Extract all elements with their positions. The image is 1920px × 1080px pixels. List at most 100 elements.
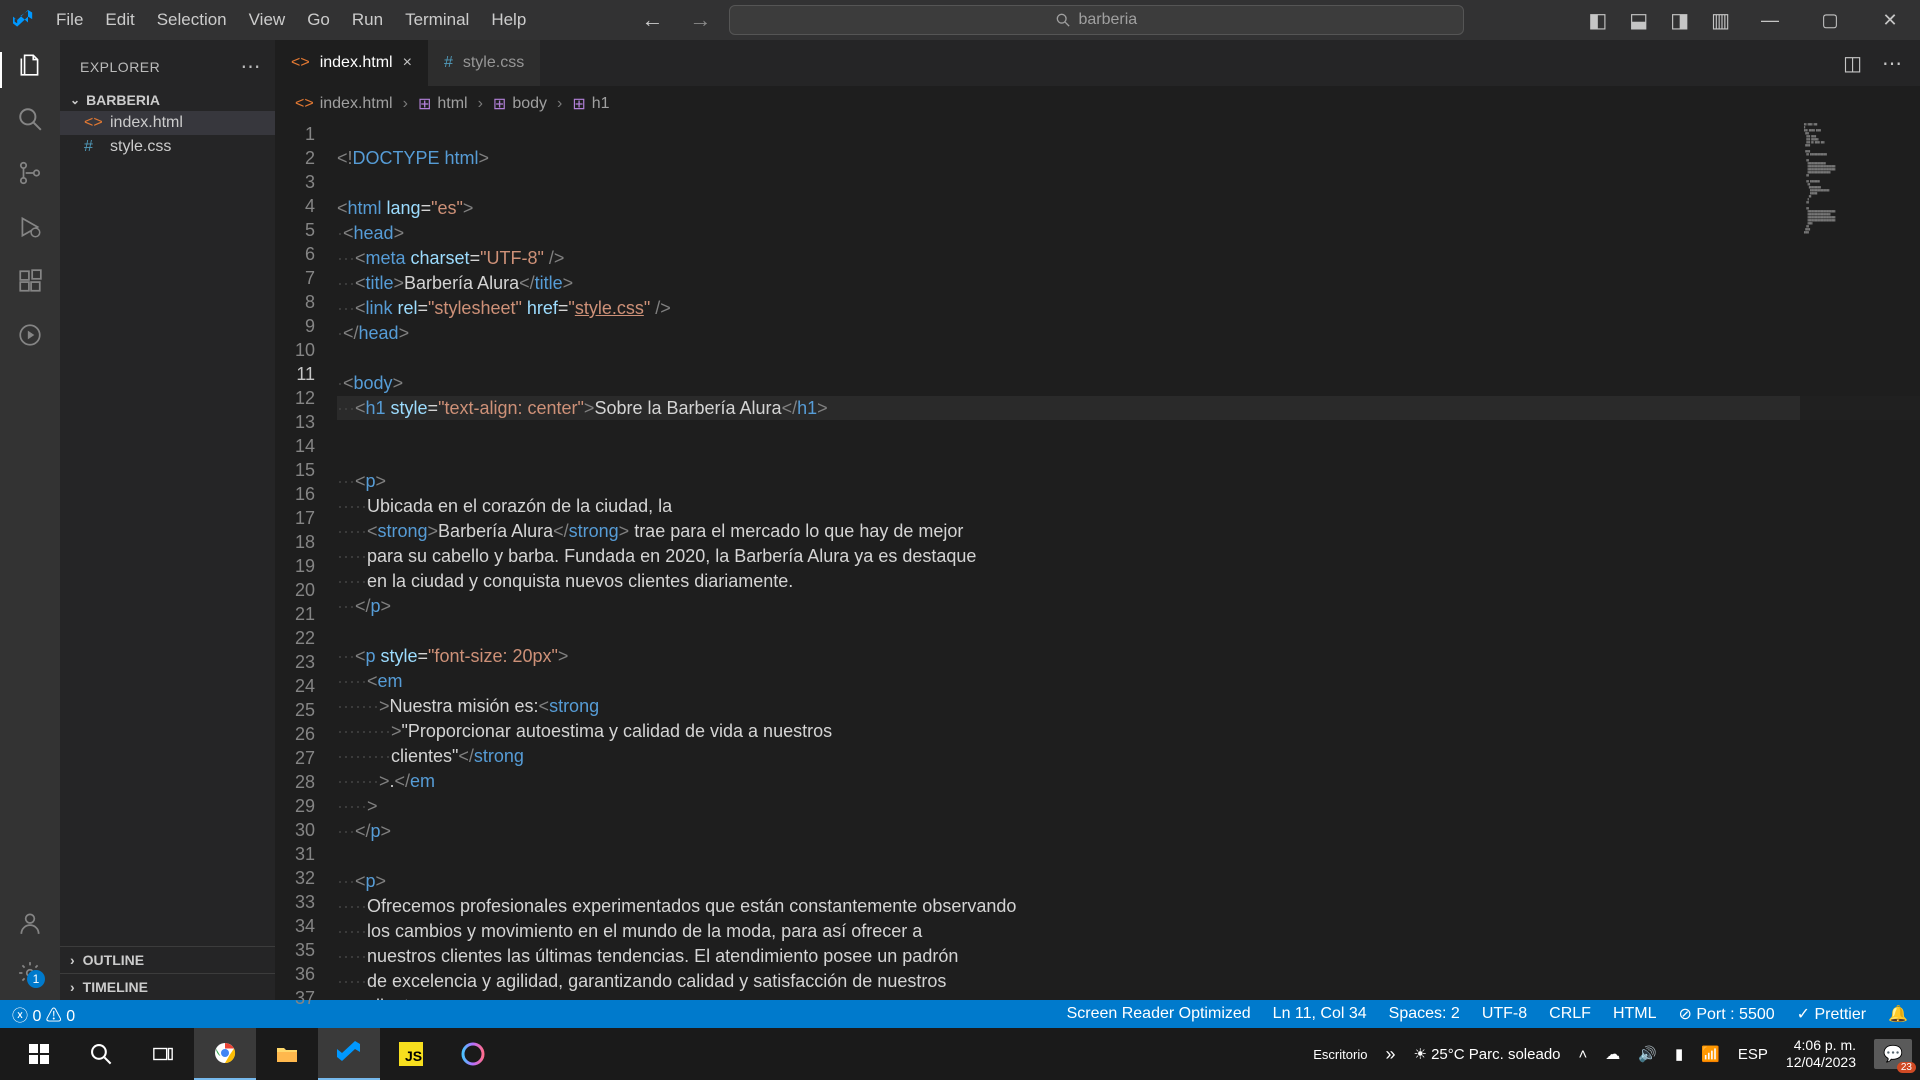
crumb-html[interactable]: ⊞ html	[418, 94, 468, 114]
windows-taskbar: JS Escritorio » ☀ 25°C Parc. soleado ˄ ☁…	[0, 1028, 1920, 1080]
settings-badge: 1	[27, 970, 45, 988]
layout-icons: ◧ ⬓ ◨ ▥	[1588, 8, 1730, 33]
tray-language[interactable]: ESP	[1738, 1046, 1768, 1063]
activity-search-icon[interactable]	[17, 106, 43, 132]
tray-onedrive-icon[interactable]: ☁	[1605, 1045, 1620, 1063]
status-eol[interactable]: CRLF	[1549, 1005, 1591, 1023]
tray-battery-icon[interactable]: ▮	[1675, 1045, 1683, 1063]
editor-group: <> index.html × # style.css ◫ ⋯ <> index…	[275, 40, 1920, 1000]
activity-run-debug-icon[interactable]	[17, 214, 43, 240]
panel-right-icon[interactable]: ◨	[1670, 8, 1689, 33]
crumb-label: index.html	[320, 95, 393, 113]
chevron-right-icon: ›	[70, 952, 75, 968]
explorer-sidebar: EXPLORER ⋯ ⌄ BARBERIA <> index.html # st…	[60, 40, 275, 1000]
symbol-icon: ⊞	[572, 94, 585, 114]
minimize-icon[interactable]: —	[1740, 10, 1800, 31]
taskbar-copilot-icon[interactable]	[442, 1028, 504, 1080]
layout-grid-icon[interactable]: ▥	[1711, 8, 1730, 33]
file-item-style[interactable]: # style.css	[60, 135, 275, 159]
task-view-icon[interactable]	[132, 1028, 194, 1080]
status-errors[interactable]: ⓧ 0 ⚠ 0	[12, 1002, 75, 1026]
menu-file[interactable]: File	[45, 10, 94, 30]
folder-header[interactable]: ⌄ BARBERIA	[60, 89, 275, 111]
menu-edit[interactable]: Edit	[94, 10, 145, 30]
chevron-right-icon: ›	[403, 95, 408, 113]
activity-settings-icon[interactable]: 1	[17, 960, 43, 986]
chevron-down-icon: ⌄	[70, 93, 80, 107]
taskbar-search-icon[interactable]	[70, 1028, 132, 1080]
split-editor-icon[interactable]: ◫	[1843, 51, 1862, 76]
activity-liveserver-icon[interactable]	[17, 322, 43, 348]
menu-help[interactable]: Help	[480, 10, 537, 30]
tray-wifi-icon[interactable]: 📶	[1701, 1045, 1720, 1063]
minimap[interactable]: ██ ████ ███████ █████ ████ ███ ███ ████ …	[1800, 122, 1920, 1000]
css-file-icon: #	[84, 138, 100, 156]
status-reader[interactable]: Screen Reader Optimized	[1067, 1005, 1251, 1023]
nav-forward-icon[interactable]: →	[689, 7, 711, 33]
taskbar-explorer-icon[interactable]	[256, 1028, 318, 1080]
vscode-logo-icon	[0, 10, 45, 30]
tray-chevron-up-icon[interactable]: ˄	[1579, 1046, 1588, 1063]
taskbar-chrome-icon[interactable]	[194, 1028, 256, 1080]
status-encoding[interactable]: UTF-8	[1482, 1005, 1527, 1023]
menu-selection[interactable]: Selection	[146, 10, 238, 30]
command-center[interactable]: barberia	[729, 5, 1464, 35]
breadcrumb: <> index.html › ⊞ html › ⊞ body › ⊞ h1	[275, 86, 1920, 122]
file-name: style.css	[110, 138, 171, 156]
activity-extensions-icon[interactable]	[17, 268, 43, 294]
code-area[interactable]: 1234567891011121314151617181920212223242…	[275, 122, 1920, 1000]
html-file-icon: <>	[295, 95, 314, 113]
menu-run[interactable]: Run	[341, 10, 394, 30]
status-port[interactable]: ⊘ Port : 5500	[1679, 1004, 1775, 1024]
taskbar-vscode-icon[interactable]	[318, 1028, 380, 1080]
section-timeline-label: TIMELINE	[83, 979, 148, 995]
code-content[interactable]: <!DOCTYPE html> <html lang="es"> ·<head>…	[337, 122, 1920, 1000]
crumb-h1[interactable]: ⊞ h1	[572, 94, 609, 114]
maximize-icon[interactable]: ▢	[1800, 10, 1860, 31]
tab-index-html[interactable]: <> index.html ×	[275, 40, 428, 86]
status-prettier[interactable]: ✓ Prettier	[1797, 1004, 1866, 1024]
nav-arrows: ← →	[641, 7, 711, 33]
status-spaces[interactable]: Spaces: 2	[1389, 1005, 1460, 1023]
activity-source-control-icon[interactable]	[17, 160, 43, 186]
tab-close-icon[interactable]: ×	[403, 54, 412, 72]
chevron-right-icon: ›	[478, 95, 483, 113]
taskbar-desktop-label[interactable]: Escritorio	[1313, 1047, 1367, 1062]
crumb-label: body	[512, 95, 547, 113]
panel-bottom-icon[interactable]: ⬓	[1629, 8, 1648, 33]
taskbar-clock[interactable]: 4:06 p. m. 12/04/2023	[1786, 1037, 1856, 1071]
menu-view[interactable]: View	[238, 10, 297, 30]
action-center-icon[interactable]: 💬23	[1874, 1039, 1912, 1069]
gutter-line-numbers: 1234567891011121314151617181920212223242…	[275, 122, 337, 1000]
search-text: barberia	[1078, 11, 1137, 29]
folder-name: BARBERIA	[86, 92, 160, 108]
explorer-more-icon[interactable]: ⋯	[241, 54, 262, 79]
tray-volume-icon[interactable]: 🔊	[1638, 1045, 1657, 1063]
svg-text:JS: JS	[405, 1048, 422, 1064]
activity-account-icon[interactable]	[17, 910, 43, 936]
css-file-icon: #	[444, 54, 453, 72]
nav-back-icon[interactable]: ←	[641, 7, 663, 33]
status-position[interactable]: Ln 11, Col 34	[1273, 1005, 1367, 1023]
taskbar-chevrons-icon[interactable]: »	[1385, 1044, 1395, 1065]
section-outline[interactable]: › OUTLINE	[60, 946, 275, 973]
menu-go[interactable]: Go	[296, 10, 341, 30]
panel-left-icon[interactable]: ◧	[1588, 8, 1607, 33]
start-button-icon[interactable]	[8, 1028, 70, 1080]
chevron-right-icon: ›	[70, 979, 75, 995]
close-icon[interactable]: ✕	[1860, 10, 1920, 31]
activity-explorer-icon[interactable]	[17, 52, 43, 78]
explorer-title: EXPLORER	[80, 59, 160, 75]
taskbar-weather[interactable]: ☀ 25°C Parc. soleado	[1413, 1045, 1560, 1063]
status-bell-icon[interactable]: 🔔	[1888, 1004, 1908, 1024]
file-item-index[interactable]: <> index.html	[60, 111, 275, 135]
status-language[interactable]: HTML	[1613, 1005, 1657, 1023]
crumb-file[interactable]: <> index.html	[295, 95, 393, 113]
section-timeline[interactable]: › TIMELINE	[60, 973, 275, 1000]
file-name: index.html	[110, 114, 183, 132]
tab-style-css[interactable]: # style.css	[428, 40, 540, 86]
crumb-body[interactable]: ⊞ body	[493, 94, 547, 114]
tab-more-icon[interactable]: ⋯	[1882, 51, 1902, 76]
taskbar-js-icon[interactable]: JS	[380, 1028, 442, 1080]
menu-terminal[interactable]: Terminal	[394, 10, 480, 30]
